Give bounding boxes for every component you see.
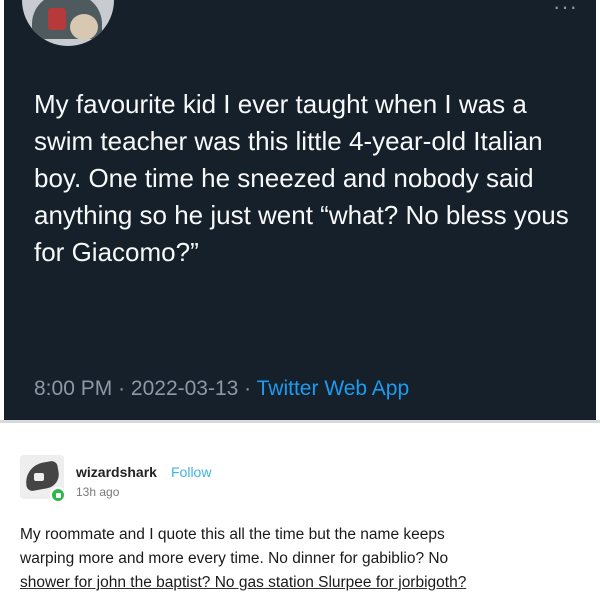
tweet-text: My favourite kid I ever taught when I wa… xyxy=(34,89,569,267)
tweet-card: ··· My favourite kid I ever taught when … xyxy=(4,0,596,420)
tweet-meta: 8:00 PM · 2022-03-13 · Twitter Web App xyxy=(34,377,409,401)
post-timestamp: 13h ago xyxy=(76,485,120,499)
post-body-line: warping more and more every time. No din… xyxy=(20,550,449,567)
tweet-date[interactable]: 2022-03-13 xyxy=(131,377,238,400)
post-body: My roommate and I quote this all the tim… xyxy=(20,523,580,595)
tumblr-post: wizardshark Follow 13h ago My roommate a… xyxy=(0,420,600,603)
meta-separator: · xyxy=(244,377,252,400)
tweet-source-app[interactable]: Twitter Web App xyxy=(257,377,410,400)
post-body-line: shower for john the baptist? No gas stat… xyxy=(20,574,467,591)
meta-separator: · xyxy=(118,377,126,400)
tweet-avatar[interactable] xyxy=(22,0,114,46)
tweet-time[interactable]: 8:00 PM xyxy=(34,377,112,400)
more-options-icon[interactable]: ··· xyxy=(553,0,578,20)
screenshot-frame: ··· My favourite kid I ever taught when … xyxy=(0,0,600,603)
post-body-line: My roommate and I quote this all the tim… xyxy=(20,526,445,543)
post-username[interactable]: wizardshark xyxy=(76,464,157,480)
online-badge-icon xyxy=(50,487,66,503)
follow-button[interactable]: Follow xyxy=(171,464,211,480)
